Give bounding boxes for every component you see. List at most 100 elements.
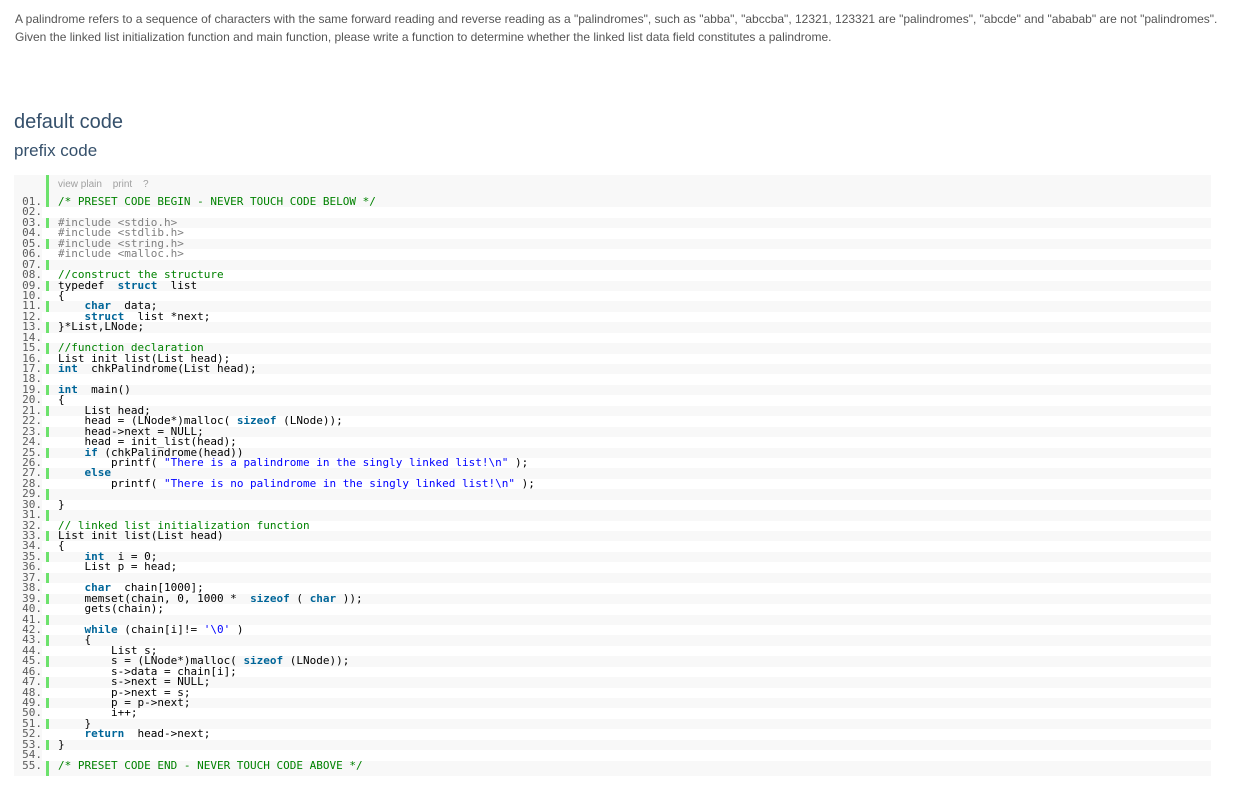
line-number: 40. — [14, 604, 42, 615]
code-token: List p = head; — [58, 562, 178, 573]
line-number: 43. — [14, 635, 42, 646]
code-token: List init_list(List head); — [58, 353, 231, 364]
line-number: 49. — [14, 698, 42, 709]
code-token: ) — [230, 624, 244, 636]
code-line: 44. List s; — [14, 645, 1211, 657]
code-line: 17. int chkPalindrome(List head); — [14, 364, 1211, 375]
code-line: 14. — [14, 332, 1211, 344]
code-text: #include <malloc.h> — [58, 249, 184, 259]
code-line: 28. printf( "There is no palindrome in t… — [14, 478, 1211, 490]
line-number: 51. — [14, 718, 42, 730]
code-token: s->data = chain[i]; — [58, 666, 237, 678]
code-text: List init_list(List head); — [58, 354, 230, 364]
code-token: memset(chain, 0, 1000 * — [58, 593, 251, 605]
line-number: 12. — [14, 311, 42, 323]
code-line: 18. — [14, 374, 1211, 385]
code-line: 03. #include <stdio.h> — [14, 217, 1211, 229]
code-line: 06. #include <malloc.h> — [14, 249, 1211, 260]
code-token: sizeof — [243, 656, 284, 667]
code-text: } — [58, 740, 65, 750]
code-line: 26. printf( "There is a palindrome in th… — [14, 457, 1211, 469]
code-text: p->next = s; — [58, 688, 190, 698]
line-number: 13. — [14, 322, 42, 333]
view-plain-link[interactable]: view plain — [58, 179, 102, 190]
line-number: 48. — [14, 687, 42, 698]
code-token: struct — [117, 280, 158, 291]
code-text: int main() — [58, 385, 131, 395]
code-text: } — [58, 500, 65, 510]
code-token: list *next; — [124, 311, 211, 323]
code-token: //construct the structure — [58, 270, 224, 281]
code-token: } — [58, 499, 65, 511]
code-line: 08. //construct the structure — [14, 270, 1211, 281]
line-number: 15. — [14, 343, 42, 354]
line-number: 07. — [14, 259, 42, 271]
code-text: head = init_list(head); — [58, 437, 237, 448]
code-token: list — [157, 280, 198, 291]
help-link[interactable]: ? — [143, 179, 149, 190]
code-line: 05. #include <string.h> — [14, 238, 1211, 250]
line-number: 39. — [14, 593, 42, 605]
code-token: while — [84, 624, 118, 636]
line-number: 28. — [14, 478, 42, 490]
code-line: 13.}*List,LNode; — [14, 322, 1211, 333]
code-token: '\0' — [203, 624, 231, 636]
code-token: return — [84, 729, 125, 740]
code-token: sizeof — [236, 416, 277, 427]
line-number: 05. — [14, 238, 42, 250]
code-line: 16. List init_list(List head); — [14, 353, 1211, 364]
code-token: s->next = NULL; — [58, 677, 211, 688]
code-line: 24. head = init_list(head); — [14, 437, 1211, 448]
line-number: 02. — [14, 207, 42, 218]
code-line: 43. { — [14, 635, 1211, 646]
code-text: char chain[1000]; — [58, 583, 204, 593]
line-number: 11. — [14, 301, 42, 312]
code-token: } — [58, 739, 65, 751]
code-token: else — [84, 468, 112, 479]
code-token: )); — [336, 593, 363, 605]
code-token: int — [84, 551, 105, 563]
code-text: } — [58, 719, 91, 729]
code-token: #include <malloc.h> — [58, 249, 184, 260]
line-number: 10. — [14, 290, 42, 302]
code-text: else — [58, 468, 112, 479]
code-token: gets(chain); — [58, 604, 164, 615]
code-line: 29. — [14, 489, 1211, 500]
line-number: 47. — [14, 677, 42, 688]
code-token: ); — [508, 457, 529, 469]
print-link[interactable]: print — [113, 179, 132, 190]
code-line: 33. List init_list(List head) — [14, 531, 1211, 542]
code-text: i++; — [58, 708, 138, 719]
code-token: { — [58, 635, 92, 646]
code-token: } — [58, 718, 92, 730]
code-text: return head->next; — [58, 729, 211, 740]
line-number: 26. — [14, 457, 42, 469]
code-text: int i = 0; — [58, 551, 158, 563]
code-text: #include <stdio.h> — [58, 218, 177, 228]
line-number: 45. — [14, 656, 42, 667]
prefix-code-heading: prefix code — [14, 141, 98, 160]
code-text: p = p->next; — [58, 698, 190, 708]
code-text: typedef struct list — [58, 281, 197, 291]
code-token: head = init_list(head); — [58, 437, 237, 448]
code-line: 49. p = p->next; — [14, 698, 1211, 709]
code-line: 53.} — [14, 739, 1211, 751]
code-line: 22. head = (LNode*)malloc( sizeof (LNode… — [14, 416, 1211, 427]
code-text: while (chain[i]!= '\0' ) — [58, 624, 244, 636]
code-text: List s; — [58, 646, 157, 656]
code-text: List head; — [58, 406, 150, 416]
code-token: printf( — [58, 478, 164, 490]
line-number: 53. — [14, 739, 42, 751]
code-text: gets(chain); — [58, 604, 164, 615]
code-line: 27. else — [14, 468, 1211, 479]
code-text: { — [58, 291, 65, 301]
code-token: sizeof — [250, 593, 290, 605]
code-line: 10. { — [14, 290, 1211, 302]
code-token: i++; — [58, 708, 138, 719]
code-line: 20. { — [14, 395, 1211, 406]
